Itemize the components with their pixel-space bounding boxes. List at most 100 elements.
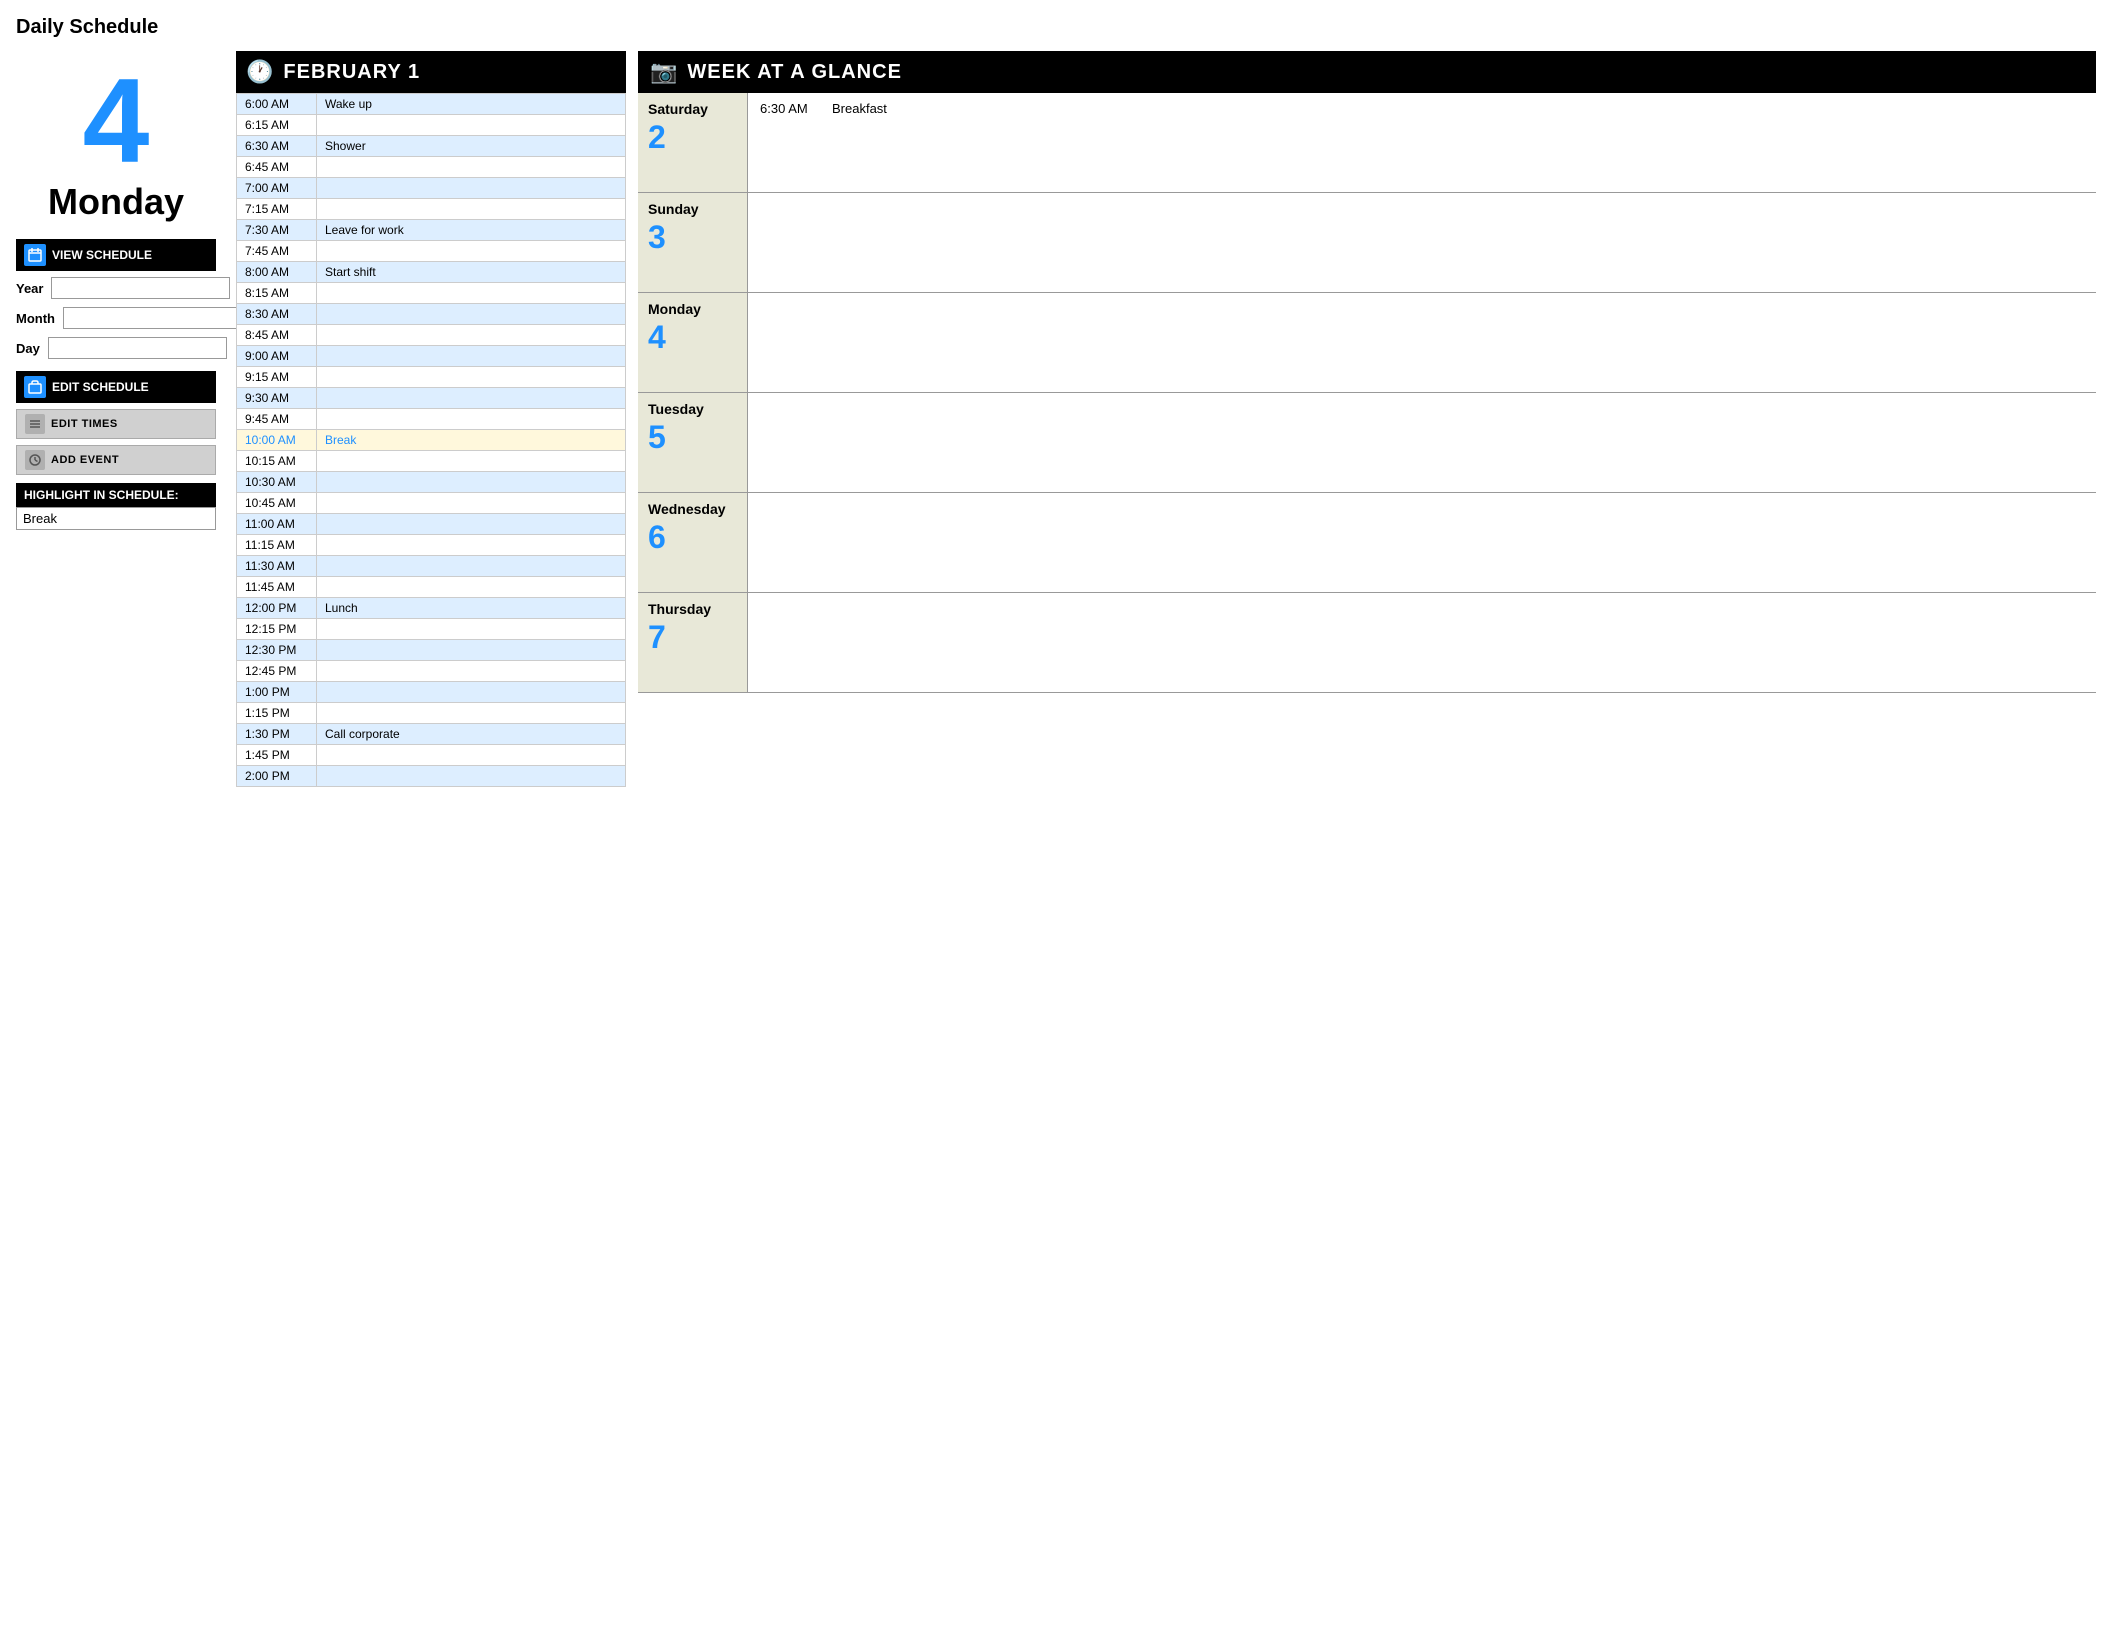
- time-cell: 10:15 AM: [237, 451, 317, 472]
- week-day-name: Thursday: [648, 601, 737, 617]
- week-event-time: 6:30 AM: [760, 101, 820, 116]
- time-cell: 6:45 AM: [237, 157, 317, 178]
- week-event-name: Breakfast: [832, 101, 887, 116]
- week-day-label: Monday4: [638, 293, 748, 392]
- week-day-name: Sunday: [648, 201, 737, 217]
- time-cell: 9:00 AM: [237, 346, 317, 367]
- table-row: 12:30 PM: [237, 640, 626, 661]
- table-row: 7:00 AM: [237, 178, 626, 199]
- time-cell: 1:30 PM: [237, 724, 317, 745]
- event-cell: [317, 157, 626, 178]
- schedule-table: 6:00 AMWake up6:15 AM6:30 AMShower6:45 A…: [236, 93, 626, 787]
- table-row: 7:30 AMLeave for work: [237, 220, 626, 241]
- event-cell: [317, 703, 626, 724]
- time-cell: 9:15 AM: [237, 367, 317, 388]
- schedule-header: 🕐 FEBRUARY 1: [236, 51, 626, 93]
- time-cell: 7:30 AM: [237, 220, 317, 241]
- year-label: Year: [16, 281, 43, 296]
- day-name: Monday: [16, 181, 216, 223]
- table-row: 1:30 PMCall corporate: [237, 724, 626, 745]
- view-schedule-label: VIEW SCHEDULE: [52, 248, 152, 262]
- sidebar: 4 Monday VIEW SCHEDULE Year: [16, 51, 216, 530]
- event-cell: [317, 745, 626, 766]
- table-row: 10:45 AM: [237, 493, 626, 514]
- time-cell: 6:00 AM: [237, 94, 317, 115]
- time-cell: 11:45 AM: [237, 577, 317, 598]
- time-cell: 7:00 AM: [237, 178, 317, 199]
- time-cell: 2:00 PM: [237, 766, 317, 787]
- table-row: 10:15 AM: [237, 451, 626, 472]
- week-day-name: Tuesday: [648, 401, 737, 417]
- table-row: 7:45 AM: [237, 241, 626, 262]
- table-row: 8:00 AMStart shift: [237, 262, 626, 283]
- event-cell: [317, 682, 626, 703]
- week-day-events: [748, 193, 2096, 292]
- highlight-header: HIGHLIGHT IN SCHEDULE:: [16, 483, 216, 507]
- event-cell: Wake up: [317, 94, 626, 115]
- event-cell: [317, 283, 626, 304]
- week-days-container: Saturday26:30 AMBreakfastSunday3Monday4T…: [638, 93, 2096, 693]
- week-day-row: Tuesday5: [638, 393, 2096, 493]
- event-cell: [317, 388, 626, 409]
- view-schedule-section: VIEW SCHEDULE Year Month Day: [16, 239, 216, 359]
- time-cell: 11:30 AM: [237, 556, 317, 577]
- time-cell: 6:15 AM: [237, 115, 317, 136]
- event-cell: [317, 661, 626, 682]
- week-day-events: [748, 293, 2096, 392]
- week-day-events: [748, 593, 2096, 692]
- week-day-name: Saturday: [648, 101, 737, 117]
- event-cell: [317, 367, 626, 388]
- month-label: Month: [16, 311, 55, 326]
- event-cell: [317, 325, 626, 346]
- week-day-number: 7: [648, 619, 737, 656]
- year-input[interactable]: [51, 277, 230, 299]
- table-row: 7:15 AM: [237, 199, 626, 220]
- event-cell: Call corporate: [317, 724, 626, 745]
- time-cell: 12:45 PM: [237, 661, 317, 682]
- week-day-number: 4: [648, 319, 737, 356]
- add-event-label: ADD EVENT: [51, 454, 119, 466]
- table-row: 9:45 AM: [237, 409, 626, 430]
- camera-icon: 📷: [650, 59, 677, 85]
- table-row: 1:00 PM: [237, 682, 626, 703]
- event-cell: [317, 766, 626, 787]
- week-day-label: Saturday 2: [638, 93, 748, 192]
- week-day-label: Sunday 3: [638, 193, 748, 292]
- time-cell: 1:15 PM: [237, 703, 317, 724]
- time-cell: 6:30 AM: [237, 136, 317, 157]
- event-cell: [317, 556, 626, 577]
- event-cell: Leave for work: [317, 220, 626, 241]
- view-schedule-header: VIEW SCHEDULE: [16, 239, 216, 271]
- day-number: 4: [16, 61, 216, 181]
- event-cell: [317, 346, 626, 367]
- table-row: 8:45 AM: [237, 325, 626, 346]
- week-panel: 📷 WEEK AT A GLANCE Saturday 2 6:30 AM Break…: [638, 51, 2096, 693]
- table-row: 8:30 AM: [237, 304, 626, 325]
- time-cell: 7:15 AM: [237, 199, 317, 220]
- calendar-icon: [24, 244, 46, 266]
- week-header: 📷 WEEK AT A GLANCE: [638, 51, 2096, 93]
- day-input[interactable]: [48, 337, 227, 359]
- clock-icon: [25, 450, 45, 470]
- event-cell: [317, 514, 626, 535]
- add-event-button[interactable]: ADD EVENT: [16, 445, 216, 475]
- table-row: 6:00 AMWake up: [237, 94, 626, 115]
- schedule-clock-icon: 🕐: [246, 59, 273, 85]
- week-day-number: 3: [648, 219, 737, 256]
- month-input[interactable]: [63, 307, 242, 329]
- time-cell: 10:00 AM: [237, 430, 317, 451]
- time-cell: 12:00 PM: [237, 598, 317, 619]
- week-day-number: 6: [648, 519, 737, 556]
- event-cell: [317, 619, 626, 640]
- week-day-number: 2: [648, 119, 737, 156]
- time-cell: 8:45 AM: [237, 325, 317, 346]
- time-cell: 8:00 AM: [237, 262, 317, 283]
- month-field-row: Month: [16, 307, 216, 329]
- event-cell: [317, 535, 626, 556]
- edit-times-button[interactable]: EDIT TIMES: [16, 409, 216, 439]
- table-row: 10:00 AMBreak: [237, 430, 626, 451]
- table-row: 10:30 AM: [237, 472, 626, 493]
- time-cell: 9:45 AM: [237, 409, 317, 430]
- week-day-label: Tuesday5: [638, 393, 748, 492]
- time-cell: 12:30 PM: [237, 640, 317, 661]
